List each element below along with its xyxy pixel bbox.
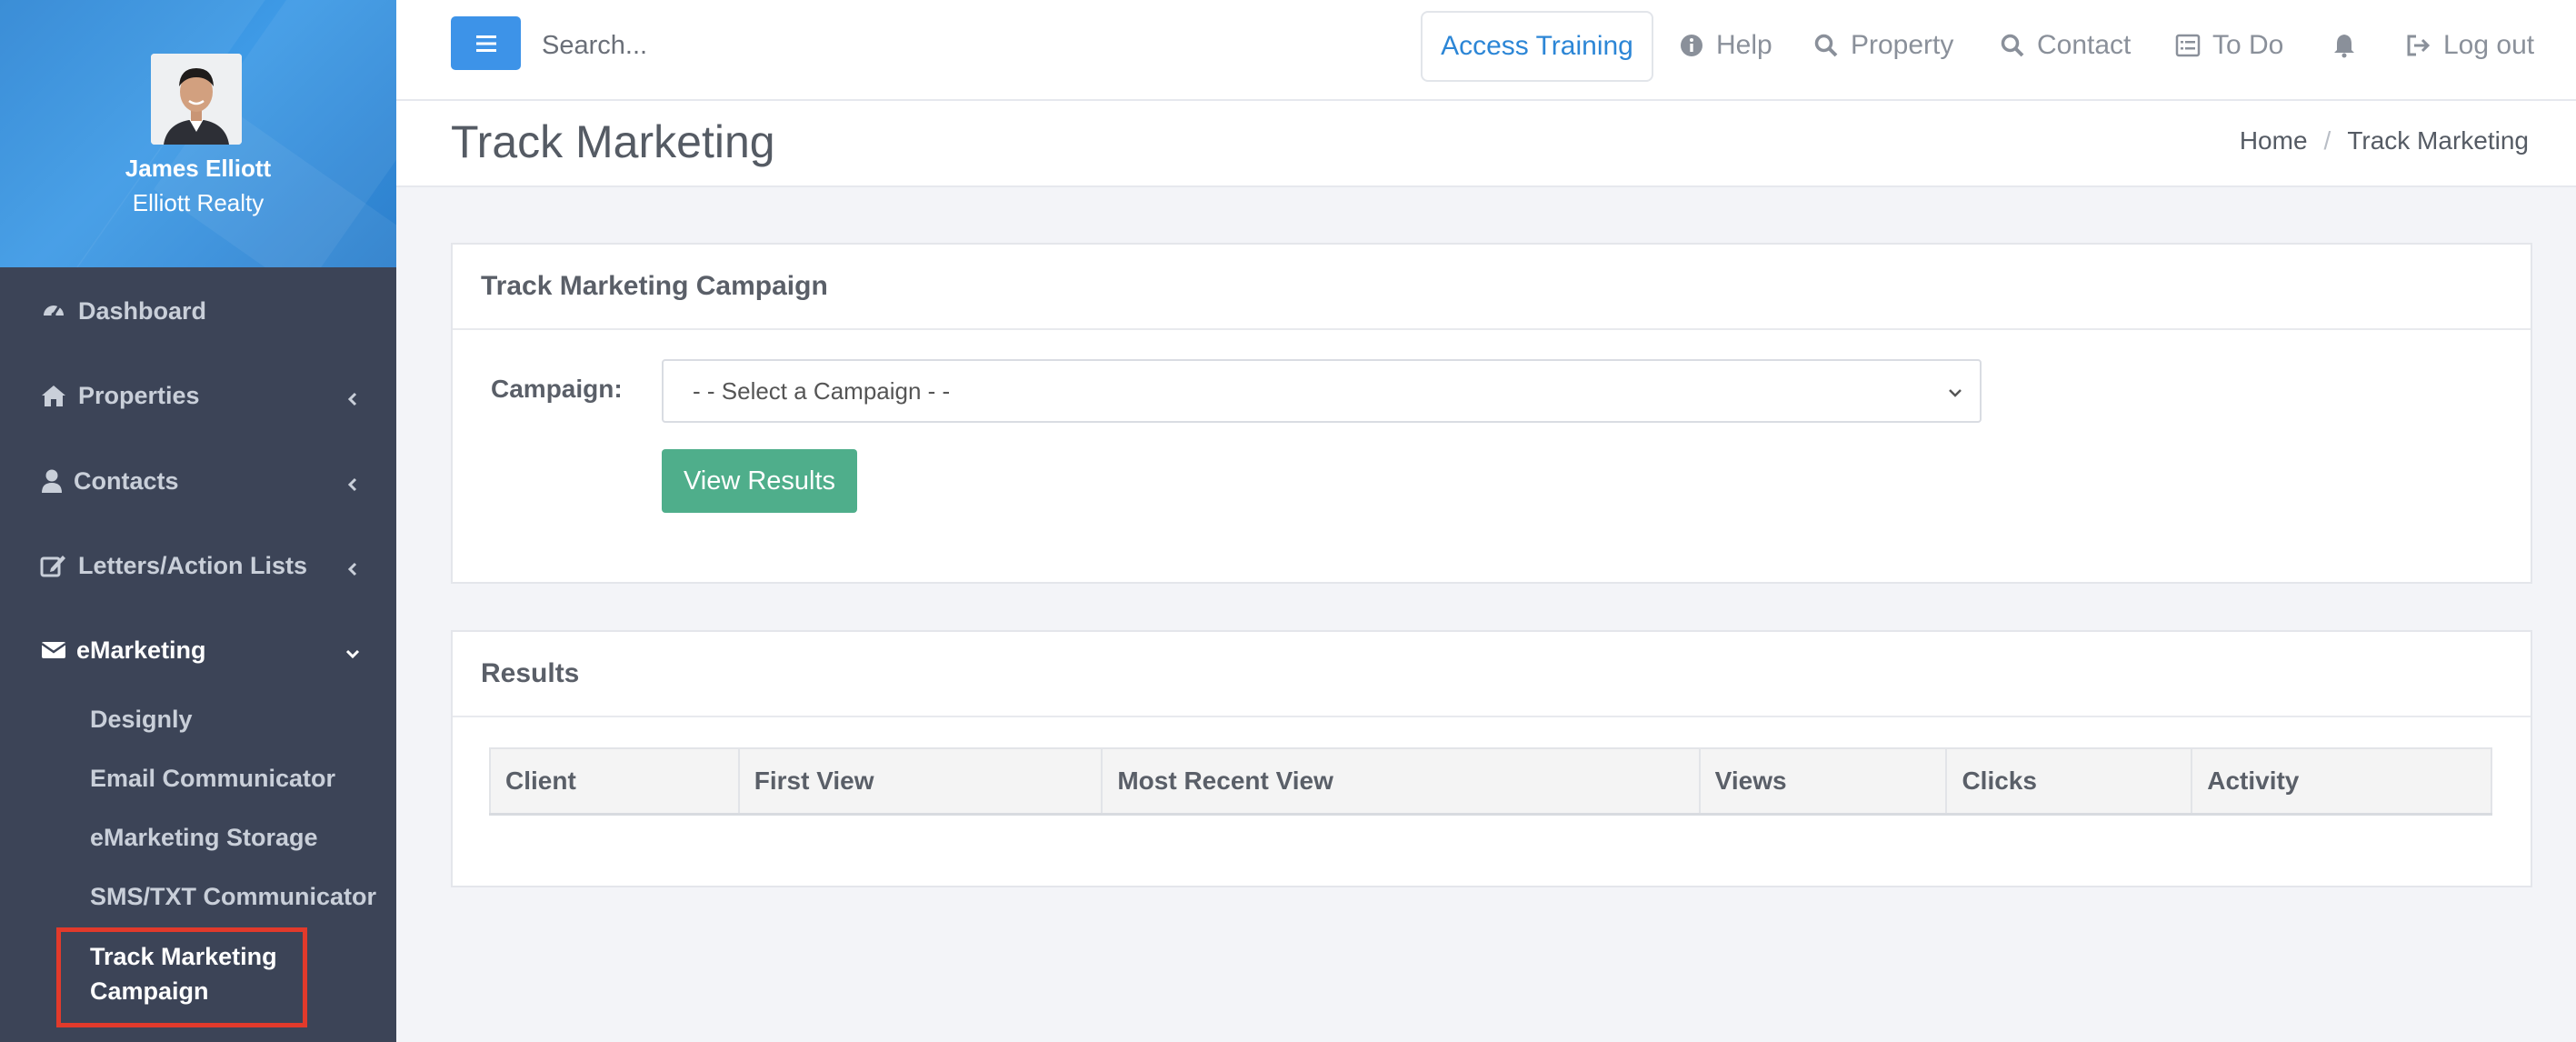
page-header: Track Marketing Home / Track Marketing bbox=[396, 101, 2576, 187]
breadcrumb-home-link[interactable]: Home bbox=[2240, 126, 2308, 155]
notifications-button[interactable] bbox=[2331, 23, 2369, 68]
bell-icon bbox=[2331, 32, 2358, 59]
sidebar-item-properties[interactable]: Properties bbox=[0, 359, 396, 432]
highlight-box bbox=[56, 927, 307, 1027]
chevron-down-icon bbox=[1945, 381, 1965, 401]
column-header-activity[interactable]: Activity bbox=[2191, 747, 2492, 816]
column-header-first-view[interactable]: First View bbox=[737, 747, 1103, 816]
menu-toggle-button[interactable] bbox=[451, 16, 521, 70]
results-panel-heading: Results bbox=[453, 632, 2531, 717]
todo-link[interactable]: To Do bbox=[2174, 23, 2283, 68]
user-icon bbox=[38, 467, 65, 495]
sidebar: James Elliott Elliott Realty Dashboard P… bbox=[0, 0, 396, 1042]
help-link[interactable]: Help bbox=[1678, 23, 1772, 68]
list-icon bbox=[2174, 32, 2202, 59]
breadcrumb: Home / Track Marketing bbox=[2240, 126, 2529, 155]
home-icon bbox=[40, 382, 67, 409]
campaign-panel: Track Marketing Campaign Campaign: - - S… bbox=[451, 243, 2532, 584]
user-name: James Elliott bbox=[125, 155, 272, 182]
sidebar-subitem-email-communicator[interactable]: Email Communicator bbox=[90, 765, 335, 793]
contact-search-link[interactable]: Contact bbox=[1999, 23, 2131, 68]
view-results-button[interactable]: View Results bbox=[662, 449, 857, 513]
campaign-select-value: - - Select a Campaign - - bbox=[693, 376, 951, 405]
user-company: Elliott Realty bbox=[132, 189, 265, 216]
access-training-button[interactable]: Access Training bbox=[1421, 11, 1653, 82]
avatar-photo bbox=[151, 54, 242, 145]
avatar[interactable] bbox=[151, 54, 242, 145]
top-bar: Access Training Help Property Contact To… bbox=[396, 0, 2576, 101]
property-label: Property bbox=[1851, 30, 1954, 60]
sidebar-item-label: Properties bbox=[78, 381, 200, 409]
chevron-left-icon bbox=[344, 386, 362, 406]
sidebar-item-label: Dashboard bbox=[78, 296, 207, 325]
results-table: Client First View Most Recent View Views… bbox=[489, 747, 2492, 816]
sidebar-item-label: eMarketing bbox=[76, 636, 206, 664]
sidebar-item-emarketing[interactable]: eMarketing bbox=[0, 614, 396, 686]
page-title: Track Marketing bbox=[451, 116, 775, 167]
logout-label: Log out bbox=[2443, 30, 2535, 60]
results-panel: Results Client First View Most Recent Vi… bbox=[451, 630, 2532, 887]
breadcrumb-separator: / bbox=[2323, 126, 2331, 155]
help-label: Help bbox=[1716, 30, 1772, 60]
breadcrumb-current: Track Marketing bbox=[2347, 126, 2529, 155]
sign-out-icon bbox=[2405, 32, 2432, 59]
search-icon bbox=[1812, 32, 1840, 59]
envelope-icon bbox=[40, 636, 67, 664]
chevron-left-icon bbox=[344, 472, 362, 492]
column-header-views[interactable]: Views bbox=[1698, 747, 1948, 816]
search-icon bbox=[1999, 32, 2026, 59]
sidebar-item-dashboard[interactable]: Dashboard bbox=[0, 275, 396, 347]
column-header-clicks[interactable]: Clicks bbox=[1945, 747, 2193, 816]
table-header-row: Client First View Most Recent View Views… bbox=[489, 747, 2492, 816]
profile-card: James Elliott Elliott Realty bbox=[0, 0, 396, 267]
column-header-client[interactable]: Client bbox=[489, 747, 740, 816]
logout-link[interactable]: Log out bbox=[2405, 23, 2534, 68]
sidebar-item-label: Contacts bbox=[74, 466, 179, 495]
todo-label: To Do bbox=[2212, 30, 2284, 60]
edit-icon bbox=[40, 552, 67, 579]
search-input[interactable] bbox=[542, 20, 1087, 71]
sidebar-subitem-emarketing-storage[interactable]: eMarketing Storage bbox=[90, 824, 318, 852]
sidebar-item-contacts[interactable]: Contacts bbox=[0, 445, 396, 517]
chevron-left-icon bbox=[344, 556, 362, 576]
sidebar-subitem-sms-txt-communicator[interactable]: SMS/TXT Communicator bbox=[90, 883, 376, 911]
campaign-panel-heading: Track Marketing Campaign bbox=[453, 245, 2531, 330]
sidebar-item-letters-action-lists[interactable]: Letters/Action Lists bbox=[0, 529, 396, 602]
dashboard-icon bbox=[40, 297, 67, 325]
info-icon bbox=[1678, 32, 1705, 59]
property-search-link[interactable]: Property bbox=[1812, 23, 1953, 68]
campaign-select[interactable]: - - Select a Campaign - - bbox=[662, 359, 1982, 423]
hamburger-icon bbox=[475, 35, 496, 52]
column-header-most-recent-view[interactable]: Most Recent View bbox=[1101, 747, 1701, 816]
contact-label: Contact bbox=[2037, 30, 2132, 60]
sidebar-item-label: Letters/Action Lists bbox=[78, 551, 308, 579]
chevron-down-icon bbox=[344, 641, 362, 659]
campaign-field-label: Campaign: bbox=[491, 375, 623, 403]
sidebar-subitem-designly[interactable]: Designly bbox=[90, 706, 193, 734]
